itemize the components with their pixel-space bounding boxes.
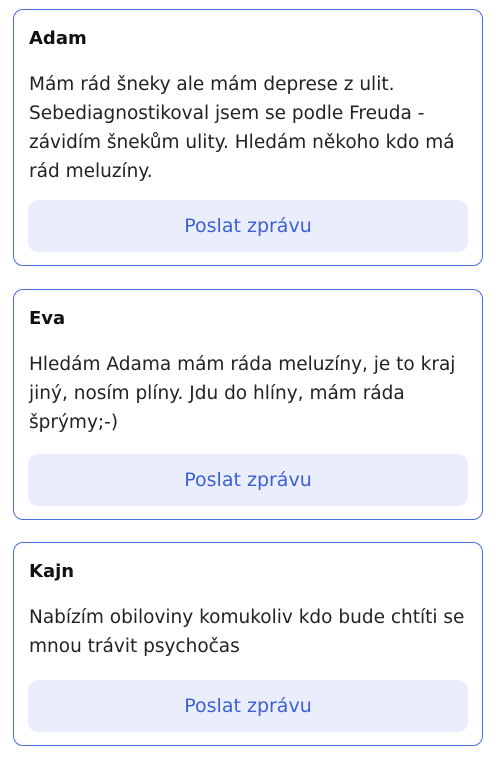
profile-name: Eva	[29, 308, 66, 329]
profile-text: Nabízím obiloviny komukoliv kdo bude cht…	[29, 607, 465, 657]
send-message-button[interactable]: Poslat zprávu	[28, 454, 468, 506]
send-message-button[interactable]: Poslat zprávu	[28, 200, 468, 252]
profile-card-kajn: Kajn Nabízím obiloviny komukoliv kdo bud…	[13, 542, 483, 746]
profile-name: Kajn	[29, 561, 75, 582]
profile-name: Adam	[29, 28, 87, 49]
profile-text: Hledám Adama mám ráda meluzíny, je to kr…	[29, 354, 456, 433]
profile-card-eva: Eva Hledám Adama mám ráda meluzíny, je t…	[13, 289, 483, 520]
profile-text: Mám rád šneky ale mám deprese z ulit. Se…	[29, 74, 455, 182]
profile-card-adam: Adam Mám rád šneky ale mám deprese z uli…	[13, 9, 483, 266]
send-message-button[interactable]: Poslat zprávu	[28, 680, 468, 732]
